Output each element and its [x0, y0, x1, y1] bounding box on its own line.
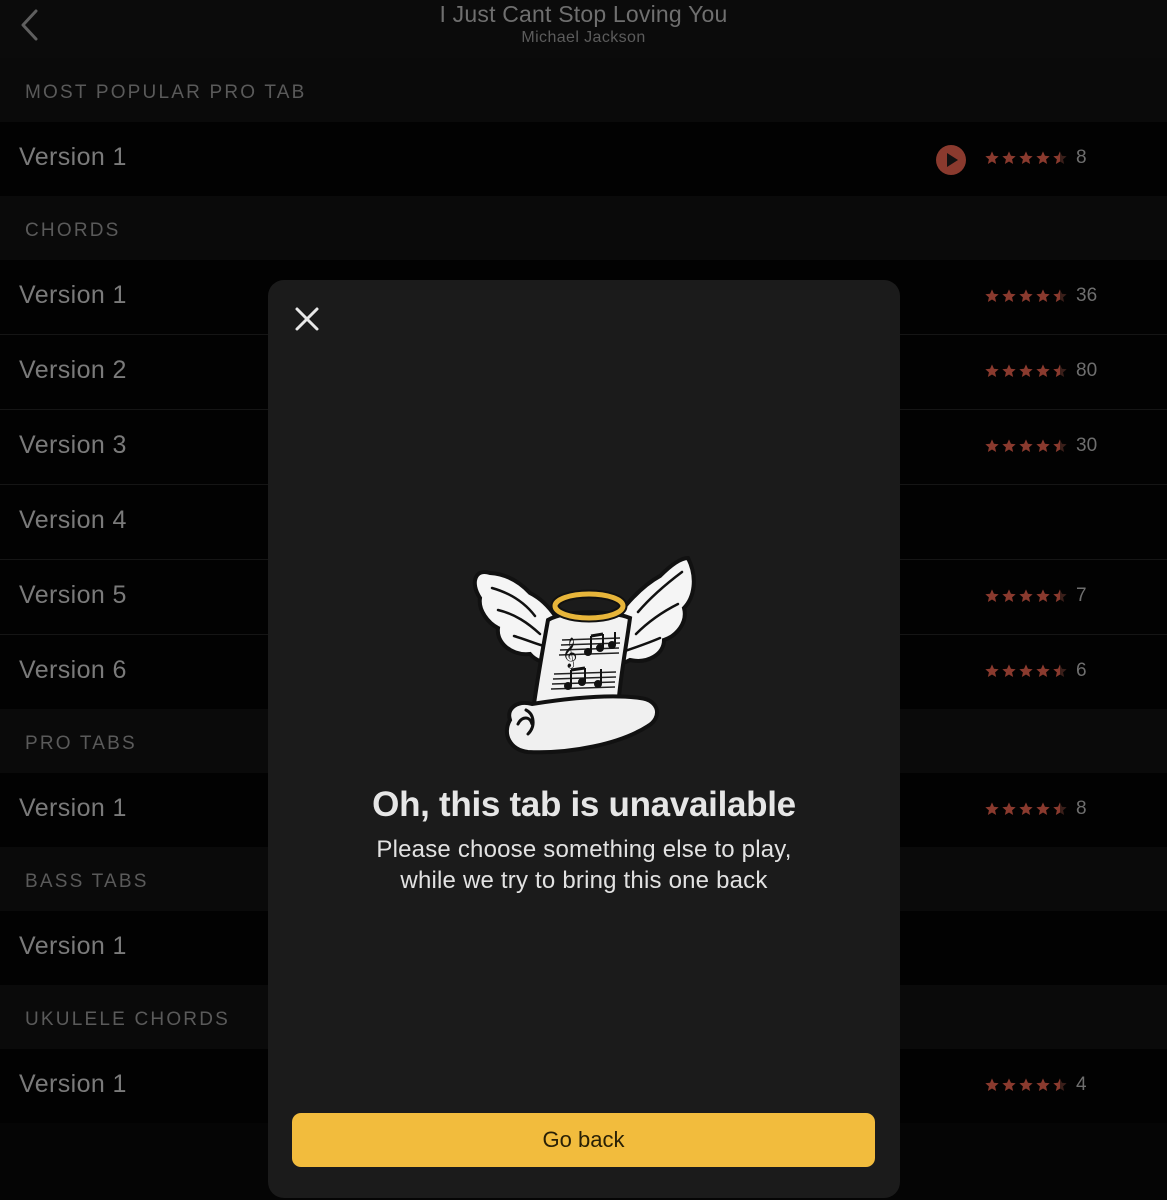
artist-name: Michael Jackson: [521, 29, 646, 46]
star-rating-icon: [984, 1077, 1068, 1093]
version-label: Version 4: [19, 506, 127, 534]
dialog-title: Oh, this tab is unavailable: [372, 785, 796, 824]
section-title: UKULELE CHORDS: [25, 1009, 231, 1030]
rating: 30: [984, 435, 1097, 457]
song-title: I Just Cant Stop Loving You: [439, 1, 728, 27]
version-label: Version 1: [19, 143, 127, 171]
rating-count: 8: [1076, 147, 1087, 168]
star-rating-icon: [984, 363, 1068, 379]
rating: 80: [984, 360, 1097, 382]
close-icon: [295, 307, 319, 331]
rating: 6: [984, 660, 1087, 682]
section-title: MOST POPULAR PRO TAB: [25, 82, 307, 103]
rating-count: 8: [1076, 798, 1087, 819]
star-rating-icon: [984, 288, 1068, 304]
angel-sheet-music-illustration: 𝄞: [472, 555, 696, 755]
rating: 8: [984, 147, 1087, 169]
dialog-message-line-2: while we try to bring this one back: [400, 867, 768, 894]
version-label: Version 1: [19, 932, 127, 960]
star-rating-icon: [984, 663, 1068, 679]
version-label: Version 1: [19, 1070, 127, 1098]
section-header: CHORDS: [0, 196, 1167, 260]
rating: 36: [984, 285, 1097, 307]
section-title: BASS TABS: [25, 871, 149, 892]
version-label: Version 6: [19, 656, 127, 684]
dialog-message-line-1: Please choose something else to play,: [376, 836, 792, 863]
version-label: Version 1: [19, 794, 127, 822]
rating-count: 30: [1076, 435, 1098, 456]
play-icon[interactable]: [935, 144, 967, 176]
version-label: Version 5: [19, 581, 127, 609]
app-screen: I Just Cant Stop Loving You Michael Jack…: [0, 0, 1167, 1200]
rating-count: 4: [1076, 1074, 1087, 1095]
go-back-button[interactable]: Go back: [292, 1113, 875, 1167]
rating-count: 6: [1076, 660, 1087, 681]
version-label: Version 2: [19, 356, 127, 384]
dialog-message: Please choose something else to play, wh…: [268, 834, 900, 896]
rating: 8: [984, 798, 1087, 820]
unavailable-tab-dialog: 𝄞 Oh, this tab is unavailable Please cho…: [268, 280, 900, 1198]
svg-text:𝄞: 𝄞: [562, 637, 577, 669]
rating-count: 36: [1076, 285, 1098, 306]
star-rating-icon: [984, 438, 1068, 454]
rating-count: 80: [1076, 360, 1098, 381]
version-label: Version 3: [19, 431, 127, 459]
section-title: PRO TABS: [25, 733, 137, 754]
top-bar: I Just Cant Stop Loving You Michael Jack…: [0, 0, 1167, 58]
rating: 4: [984, 1074, 1087, 1096]
version-row[interactable]: Version 1 8: [0, 122, 1167, 196]
star-rating-icon: [984, 588, 1068, 604]
version-label: Version 1: [19, 281, 127, 309]
rating: 7: [984, 585, 1087, 607]
close-button[interactable]: [294, 306, 320, 332]
section-header: MOST POPULAR PRO TAB: [0, 58, 1167, 122]
section-title: CHORDS: [25, 220, 121, 241]
star-rating-icon: [984, 801, 1068, 817]
star-rating-icon: [984, 150, 1068, 166]
rating-count: 7: [1076, 585, 1087, 606]
